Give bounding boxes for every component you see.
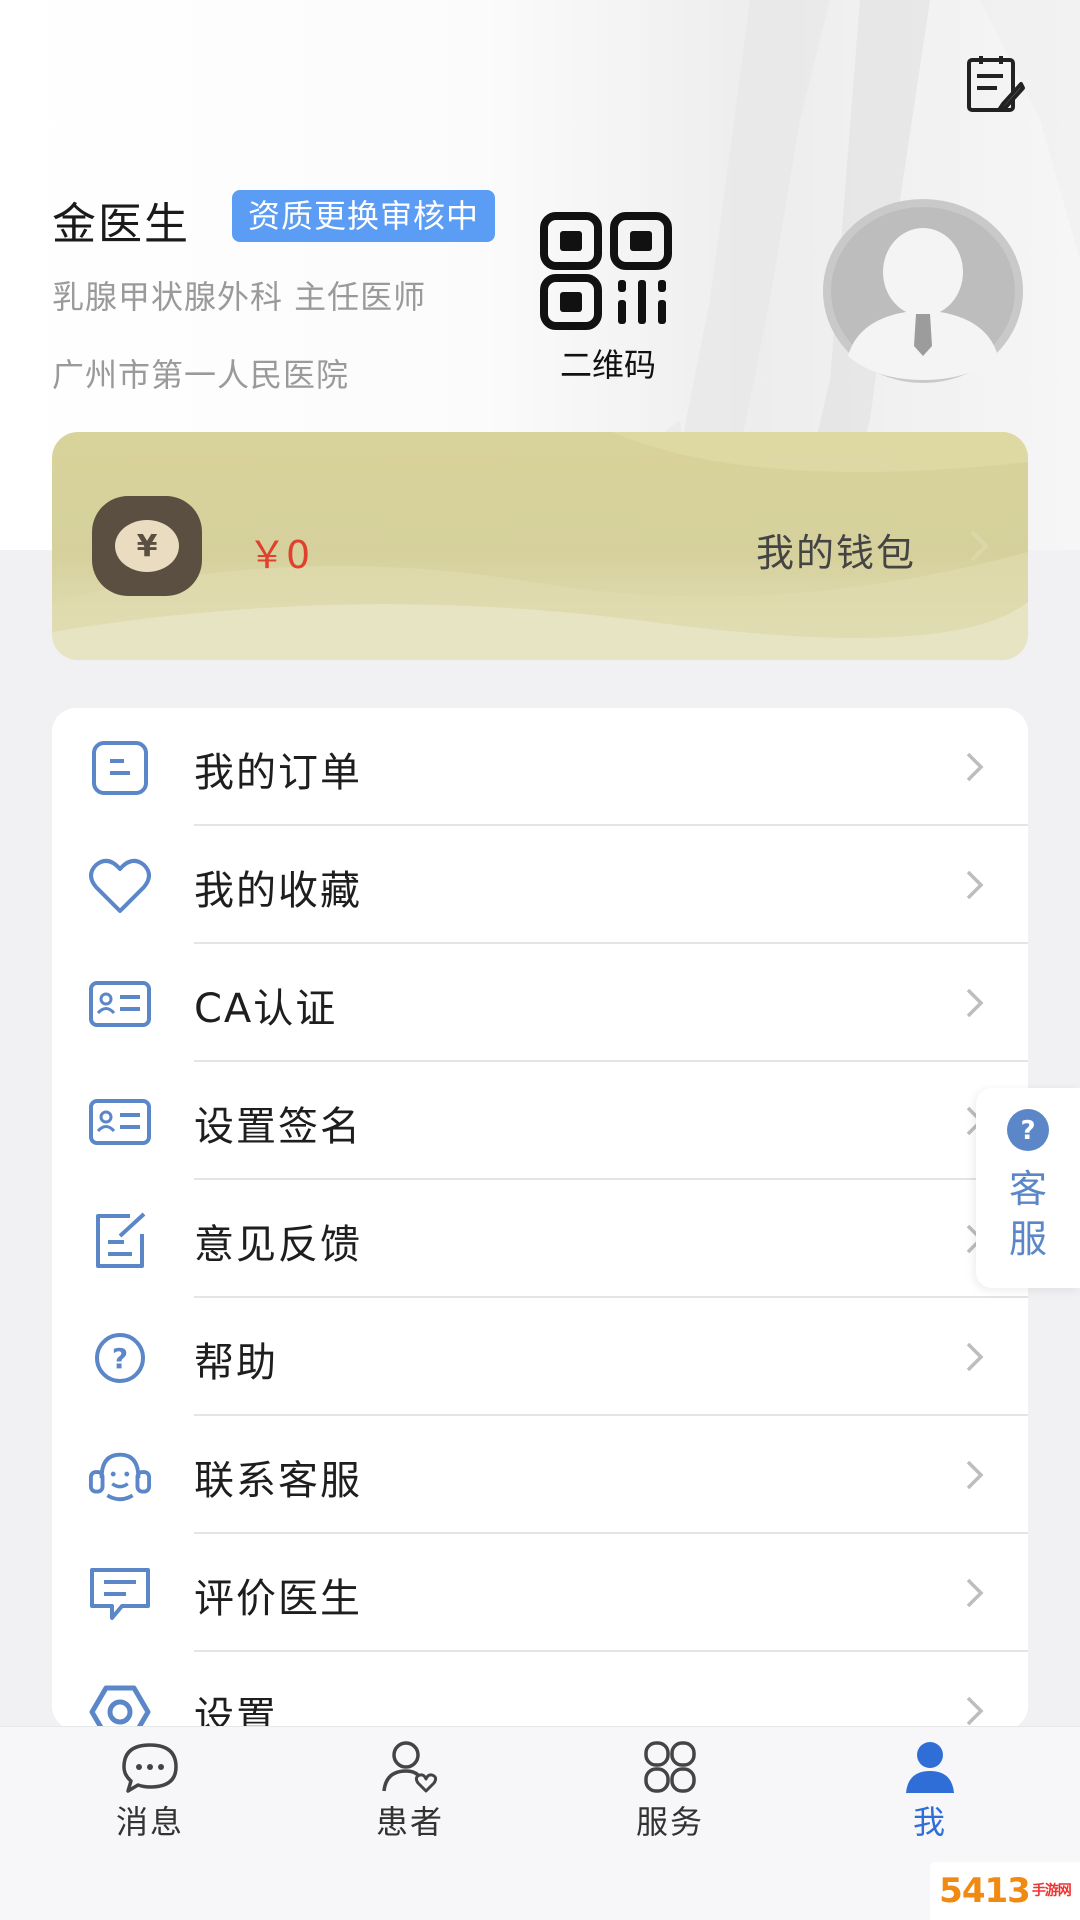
menu-item-settings[interactable]: 设置 <box>52 1652 1028 1730</box>
wallet-amount: ￥0 <box>248 533 311 577</box>
doctor-department-title: 乳腺甲状腺外科 主任医师 <box>52 278 427 316</box>
floating-service-char-1: 客 <box>1008 1167 1047 1211</box>
menu-item-label: 帮助 <box>194 1340 278 1386</box>
qr-code-icon <box>540 212 672 330</box>
tab-me[interactable]: 我 <box>830 1727 1030 1857</box>
tab-label: 患者 <box>375 1803 444 1841</box>
menu-item-help[interactable]: ? 帮助 <box>52 1298 1028 1416</box>
chevron-right-icon <box>966 1342 984 1372</box>
site-watermark: 5413 手游网 <box>930 1862 1080 1920</box>
coin-symbol: ¥ <box>137 529 158 564</box>
doctor-name: 金医生 <box>52 199 190 250</box>
menu-item-label: 设置签名 <box>194 1104 362 1150</box>
floating-customer-service-button[interactable]: ? 客 服 <box>976 1088 1080 1288</box>
watermark-text: 5413 <box>939 1871 1031 1911</box>
headset-icon <box>88 1444 152 1508</box>
tab-label: 服务 <box>635 1803 704 1841</box>
default-avatar-icon <box>823 199 1023 383</box>
floating-service-label: 客 服 <box>976 1164 1080 1264</box>
menu-item-favorites[interactable]: 我的收藏 <box>52 826 1028 944</box>
patient-icon <box>382 1741 438 1793</box>
menu-item-label: CA认证 <box>194 986 338 1032</box>
tab-label: 我 <box>912 1803 947 1841</box>
chevron-right-icon <box>966 752 984 782</box>
feedback-icon <box>88 1208 152 1272</box>
chevron-right-icon <box>966 988 984 1018</box>
user-icon <box>906 1742 954 1793</box>
menu-item-contact-service[interactable]: 联系客服 <box>52 1416 1028 1534</box>
qr-code-button[interactable]: 二维码 <box>540 210 676 384</box>
wallet-label: 我的钱包 <box>756 531 917 575</box>
question-circle-icon: ? <box>1007 1109 1049 1151</box>
menu-item-label: 我的收藏 <box>194 868 362 914</box>
id-card-icon <box>88 972 152 1036</box>
chevron-right-icon <box>966 1578 984 1608</box>
chat-icon <box>122 1743 178 1793</box>
chevron-right-icon <box>966 1460 984 1490</box>
tab-services[interactable]: 服务 <box>570 1727 770 1857</box>
menu-item-rate-doctor[interactable]: 评价医生 <box>52 1534 1028 1652</box>
floating-service-char-2: 服 <box>1008 1217 1047 1261</box>
menu-item-feedback[interactable]: 意见反馈 <box>52 1180 1028 1298</box>
edit-profile-button[interactable] <box>960 52 1030 116</box>
svg-text:?: ? <box>1020 1116 1035 1146</box>
heart-icon <box>88 854 152 918</box>
order-icon <box>88 736 152 800</box>
menu-item-orders[interactable]: 我的订单 <box>52 708 1028 826</box>
grid-icon <box>644 1741 696 1793</box>
tab-messages[interactable]: 消息 <box>50 1727 250 1857</box>
chevron-right-icon <box>966 870 984 900</box>
menu-list: 我的订单 我的收藏 CA认证 设置签名 意见反馈 ? 帮助 联系客服 评价医生 … <box>52 708 1028 1730</box>
svg-text:?: ? <box>112 1342 128 1375</box>
avatar[interactable] <box>820 196 1026 386</box>
settings-icon <box>88 1680 152 1730</box>
wallet-coin-icon: ¥ <box>92 496 202 596</box>
edit-note-icon <box>967 56 1025 112</box>
menu-item-label: 设置 <box>194 1694 278 1730</box>
wallet-card[interactable]: ¥ ￥0 我的钱包 <box>52 432 1028 660</box>
status-badge: 资质更换审核中 <box>232 190 496 242</box>
menu-item-ca-certification[interactable]: CA认证 <box>52 944 1028 1062</box>
comment-icon <box>88 1562 152 1626</box>
id-card-icon <box>88 1090 152 1154</box>
menu-item-label: 联系客服 <box>194 1458 362 1504</box>
qr-code-label: 二维码 <box>559 346 656 384</box>
menu-item-label: 我的订单 <box>194 750 362 796</box>
tab-patients[interactable]: 患者 <box>310 1727 510 1857</box>
help-icon: ? <box>88 1326 152 1390</box>
chevron-right-icon <box>970 530 989 562</box>
bottom-tab-bar: 消息 患者 服务 我 <box>0 1726 1080 1920</box>
menu-item-label: 评价医生 <box>194 1576 362 1622</box>
menu-item-label: 意见反馈 <box>194 1222 362 1268</box>
menu-item-set-signature[interactable]: 设置签名 <box>52 1062 1028 1180</box>
watermark-sub: 手游网 <box>1031 1883 1072 1899</box>
chevron-right-icon <box>966 1696 984 1726</box>
tab-label: 消息 <box>115 1803 184 1841</box>
doctor-hospital: 广州市第一人民医院 <box>52 356 350 394</box>
